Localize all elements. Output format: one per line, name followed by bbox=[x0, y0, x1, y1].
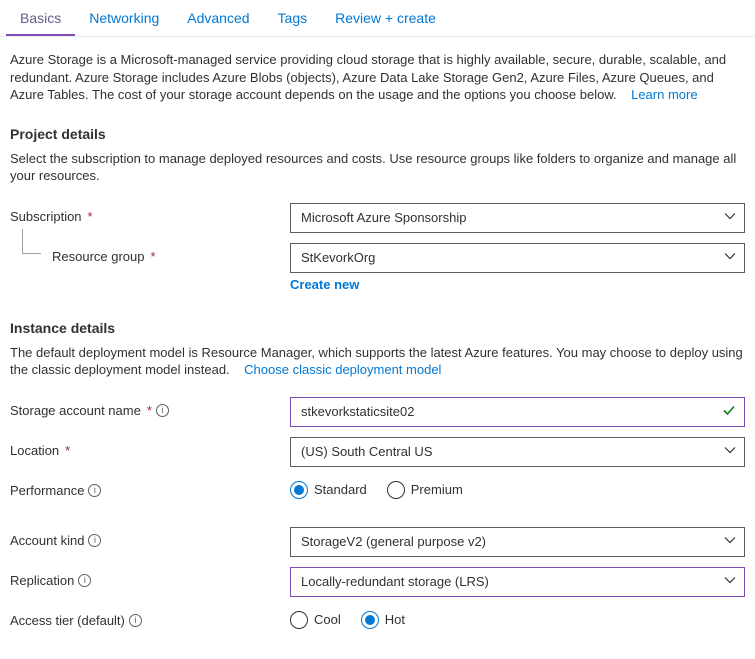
radio-dot-icon bbox=[290, 611, 308, 629]
replication-value: Locally-redundant storage (LRS) bbox=[301, 574, 489, 589]
required-asterisk: * bbox=[151, 249, 156, 264]
instance-details-title: Instance details bbox=[10, 320, 745, 336]
replication-label-text: Replication bbox=[10, 573, 74, 588]
info-icon[interactable]: i bbox=[78, 574, 91, 587]
tab-basics[interactable]: Basics bbox=[6, 0, 75, 36]
chevron-down-icon bbox=[724, 534, 736, 549]
storage-name-label: Storage account name * i bbox=[10, 397, 290, 418]
account-kind-select[interactable]: StorageV2 (general purpose v2) bbox=[290, 527, 745, 557]
replication-label: Replication i bbox=[10, 567, 290, 588]
resource-group-value: StKevorkOrg bbox=[301, 250, 375, 265]
subscription-label: Subscription * bbox=[10, 203, 290, 224]
storage-name-label-text: Storage account name bbox=[10, 403, 141, 418]
resource-group-label: Resource group * bbox=[10, 243, 290, 264]
info-icon[interactable]: i bbox=[156, 404, 169, 417]
tab-advanced[interactable]: Advanced bbox=[173, 0, 263, 36]
location-label: Location * bbox=[10, 437, 290, 458]
chevron-down-icon bbox=[724, 574, 736, 589]
access-tier-cool-radio[interactable]: Cool bbox=[290, 611, 341, 629]
required-asterisk: * bbox=[88, 209, 93, 224]
radio-label: Hot bbox=[385, 612, 405, 627]
subscription-value: Microsoft Azure Sponsorship bbox=[301, 210, 466, 225]
location-select[interactable]: (US) South Central US bbox=[290, 437, 745, 467]
replication-select[interactable]: Locally-redundant storage (LRS) bbox=[290, 567, 745, 597]
chevron-down-icon bbox=[724, 210, 736, 225]
required-asterisk: * bbox=[65, 443, 70, 458]
radio-dot-icon bbox=[290, 481, 308, 499]
resource-group-select[interactable]: StKevorkOrg bbox=[290, 243, 745, 273]
info-icon[interactable]: i bbox=[129, 614, 142, 627]
access-tier-label: Access tier (default) i bbox=[10, 607, 290, 628]
classic-deployment-link[interactable]: Choose classic deployment model bbox=[244, 362, 441, 377]
access-tier-label-text: Access tier (default) bbox=[10, 613, 125, 628]
account-kind-value: StorageV2 (general purpose v2) bbox=[301, 534, 486, 549]
learn-more-link[interactable]: Learn more bbox=[631, 87, 697, 102]
radio-label: Cool bbox=[314, 612, 341, 627]
storage-name-value: stkevorkstaticsite02 bbox=[301, 404, 414, 419]
info-icon[interactable]: i bbox=[88, 534, 101, 547]
performance-standard-radio[interactable]: Standard bbox=[290, 481, 367, 499]
account-kind-label-text: Account kind bbox=[10, 533, 84, 548]
create-new-link[interactable]: Create new bbox=[290, 277, 359, 292]
project-details-desc: Select the subscription to manage deploy… bbox=[10, 150, 745, 185]
performance-label-text: Performance bbox=[10, 483, 84, 498]
tab-review[interactable]: Review + create bbox=[321, 0, 450, 36]
chevron-down-icon bbox=[724, 250, 736, 265]
location-value: (US) South Central US bbox=[301, 444, 433, 459]
chevron-down-icon bbox=[724, 444, 736, 459]
tab-tags[interactable]: Tags bbox=[264, 0, 322, 36]
intro-body: Azure Storage is a Microsoft-managed ser… bbox=[10, 52, 726, 102]
storage-name-input[interactable]: stkevorkstaticsite02 bbox=[290, 397, 745, 427]
tab-networking[interactable]: Networking bbox=[75, 0, 173, 36]
subscription-label-text: Subscription bbox=[10, 209, 82, 224]
required-asterisk: * bbox=[147, 403, 152, 418]
checkmark-icon bbox=[722, 403, 736, 420]
info-icon[interactable]: i bbox=[88, 484, 101, 497]
instance-details-desc: The default deployment model is Resource… bbox=[10, 344, 745, 379]
performance-premium-radio[interactable]: Premium bbox=[387, 481, 463, 499]
tab-bar: Basics Networking Advanced Tags Review +… bbox=[0, 0, 755, 37]
account-kind-label: Account kind i bbox=[10, 527, 290, 548]
radio-label: Premium bbox=[411, 482, 463, 497]
radio-dot-icon bbox=[361, 611, 379, 629]
performance-label: Performance i bbox=[10, 477, 290, 498]
radio-label: Standard bbox=[314, 482, 367, 497]
resource-group-label-text: Resource group bbox=[52, 249, 145, 264]
access-tier-hot-radio[interactable]: Hot bbox=[361, 611, 405, 629]
intro-text: Azure Storage is a Microsoft-managed ser… bbox=[10, 51, 745, 104]
location-label-text: Location bbox=[10, 443, 59, 458]
subscription-select[interactable]: Microsoft Azure Sponsorship bbox=[290, 203, 745, 233]
radio-dot-icon bbox=[387, 481, 405, 499]
project-details-title: Project details bbox=[10, 126, 745, 142]
